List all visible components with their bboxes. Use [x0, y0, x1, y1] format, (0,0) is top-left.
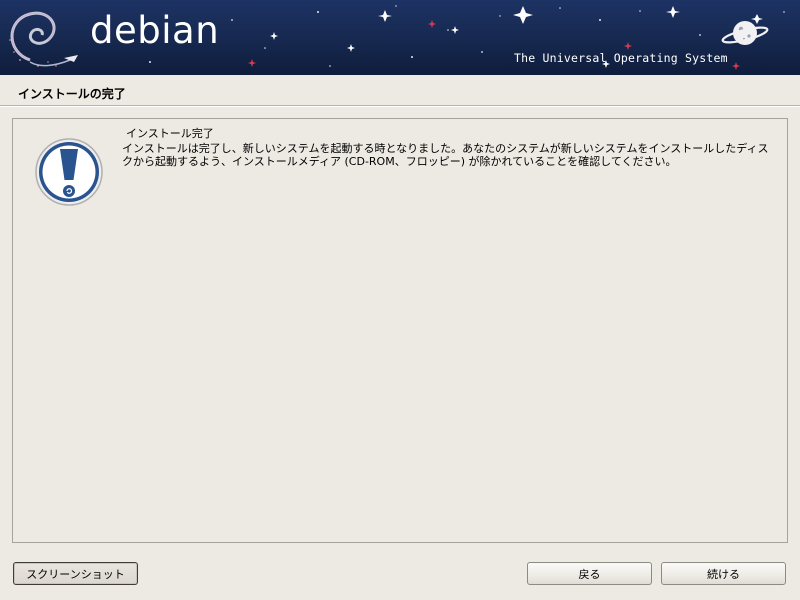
- planet-icon: [721, 21, 769, 45]
- message-body: インストールは完了し、新しいシステムを起動する時となりました。あなたのシステムが…: [122, 142, 769, 168]
- page-title: インストールの完了: [18, 87, 126, 101]
- continue-button[interactable]: 続ける: [661, 562, 786, 585]
- banner-tagline: The Universal Operating System: [514, 51, 728, 65]
- info-exclamation-icon: [34, 137, 104, 211]
- message-heading: インストール完了: [126, 127, 214, 140]
- title-divider: [0, 105, 800, 107]
- back-button[interactable]: 戻る: [527, 562, 652, 585]
- debian-banner: debian The Universal Operating System: [0, 0, 800, 75]
- debian-swirl-icon: [9, 11, 78, 67]
- message-panel: インストール完了 インストールは完了し、新しいシステムを起動する時となりました。…: [12, 118, 788, 543]
- screenshot-button[interactable]: スクリーンショット: [13, 562, 138, 585]
- debian-logo: debian: [90, 9, 220, 52]
